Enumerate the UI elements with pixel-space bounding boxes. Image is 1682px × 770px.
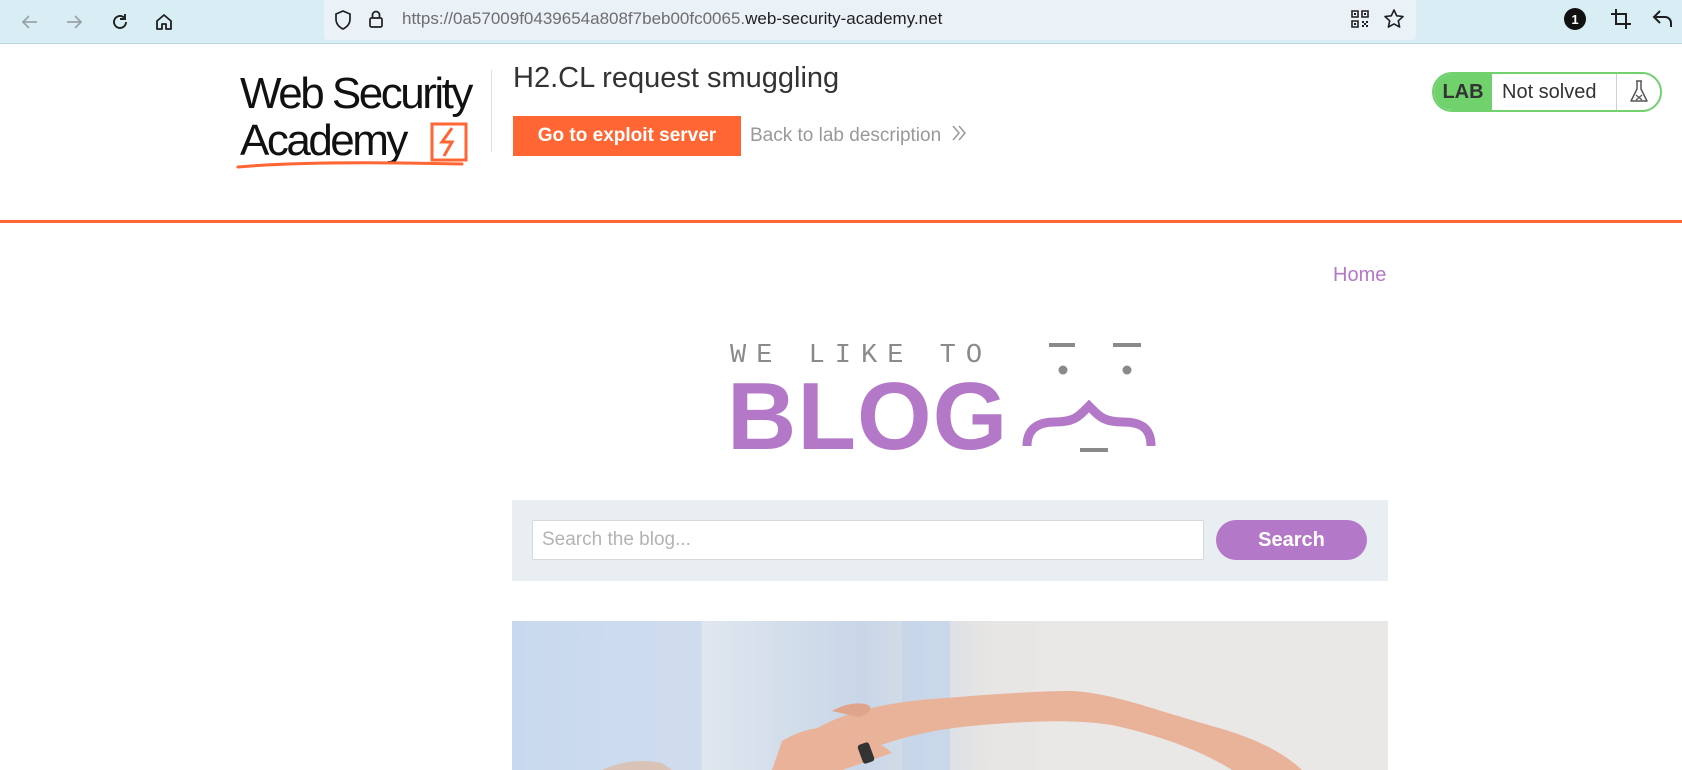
lab-status-text: Not solved: [1502, 80, 1597, 103]
logo-divider: [491, 70, 492, 152]
address-bar[interactable]: https://0a57009f0439654a808f7beb00fc0065…: [324, 0, 1416, 40]
blog-logo-word: BLOG: [727, 363, 1008, 456]
back-link-label: Back to lab description: [750, 125, 942, 146]
home-icon[interactable]: [148, 6, 180, 38]
blog-face-icon: [1022, 343, 1156, 452]
bookmark-star-icon[interactable]: [1383, 8, 1405, 35]
extension-badge-icon[interactable]: 1: [1564, 8, 1586, 30]
lab-tag: LAB: [1434, 74, 1492, 110]
url-prefix: https://0a57009f0439654a808f7beb00fc0065…: [402, 9, 746, 28]
search-button[interactable]: Search: [1216, 520, 1367, 560]
search-panel: Search: [512, 500, 1388, 581]
blog-logo: WE LIKE TO BLOG: [727, 336, 1173, 470]
go-to-exploit-server-button[interactable]: Go to exploit server: [513, 116, 741, 156]
home-nav-link[interactable]: Home: [1333, 264, 1386, 287]
lab-status-widget: LAB Not solved: [1432, 72, 1662, 112]
url-text[interactable]: https://0a57009f0439654a808f7beb00fc0065…: [402, 9, 942, 29]
lock-icon[interactable]: [368, 9, 384, 34]
crop-icon[interactable]: [1610, 8, 1632, 35]
extension-badge-count: 1: [1571, 11, 1579, 27]
forward-arrow-icon[interactable]: [58, 6, 90, 38]
svg-text:Web Security: Web Security: [240, 69, 473, 118]
shield-icon[interactable]: [334, 10, 352, 35]
qr-code-icon[interactable]: [1350, 9, 1370, 34]
double-chevron-right-icon: [951, 124, 967, 148]
browser-toolbar: https://0a57009f0439654a808f7beb00fc0065…: [0, 0, 1682, 44]
url-domain: web-security-academy.net: [745, 9, 943, 28]
search-input[interactable]: [532, 520, 1204, 560]
blog-post-image[interactable]: [512, 621, 1388, 770]
back-arrow-icon[interactable]: [14, 6, 46, 38]
web-security-academy-logo[interactable]: Web Security Academy: [236, 68, 492, 174]
flask-icon: [1616, 74, 1660, 110]
reload-icon[interactable]: [104, 6, 136, 38]
svg-text:Academy: Academy: [240, 116, 408, 165]
lab-header: Web Security Academy H2.CL request smugg…: [0, 44, 1682, 223]
lab-title: H2.CL request smuggling: [513, 62, 840, 94]
undo-arrow-icon[interactable]: [1652, 8, 1674, 35]
back-to-lab-description-link[interactable]: Back to lab description: [750, 124, 967, 148]
